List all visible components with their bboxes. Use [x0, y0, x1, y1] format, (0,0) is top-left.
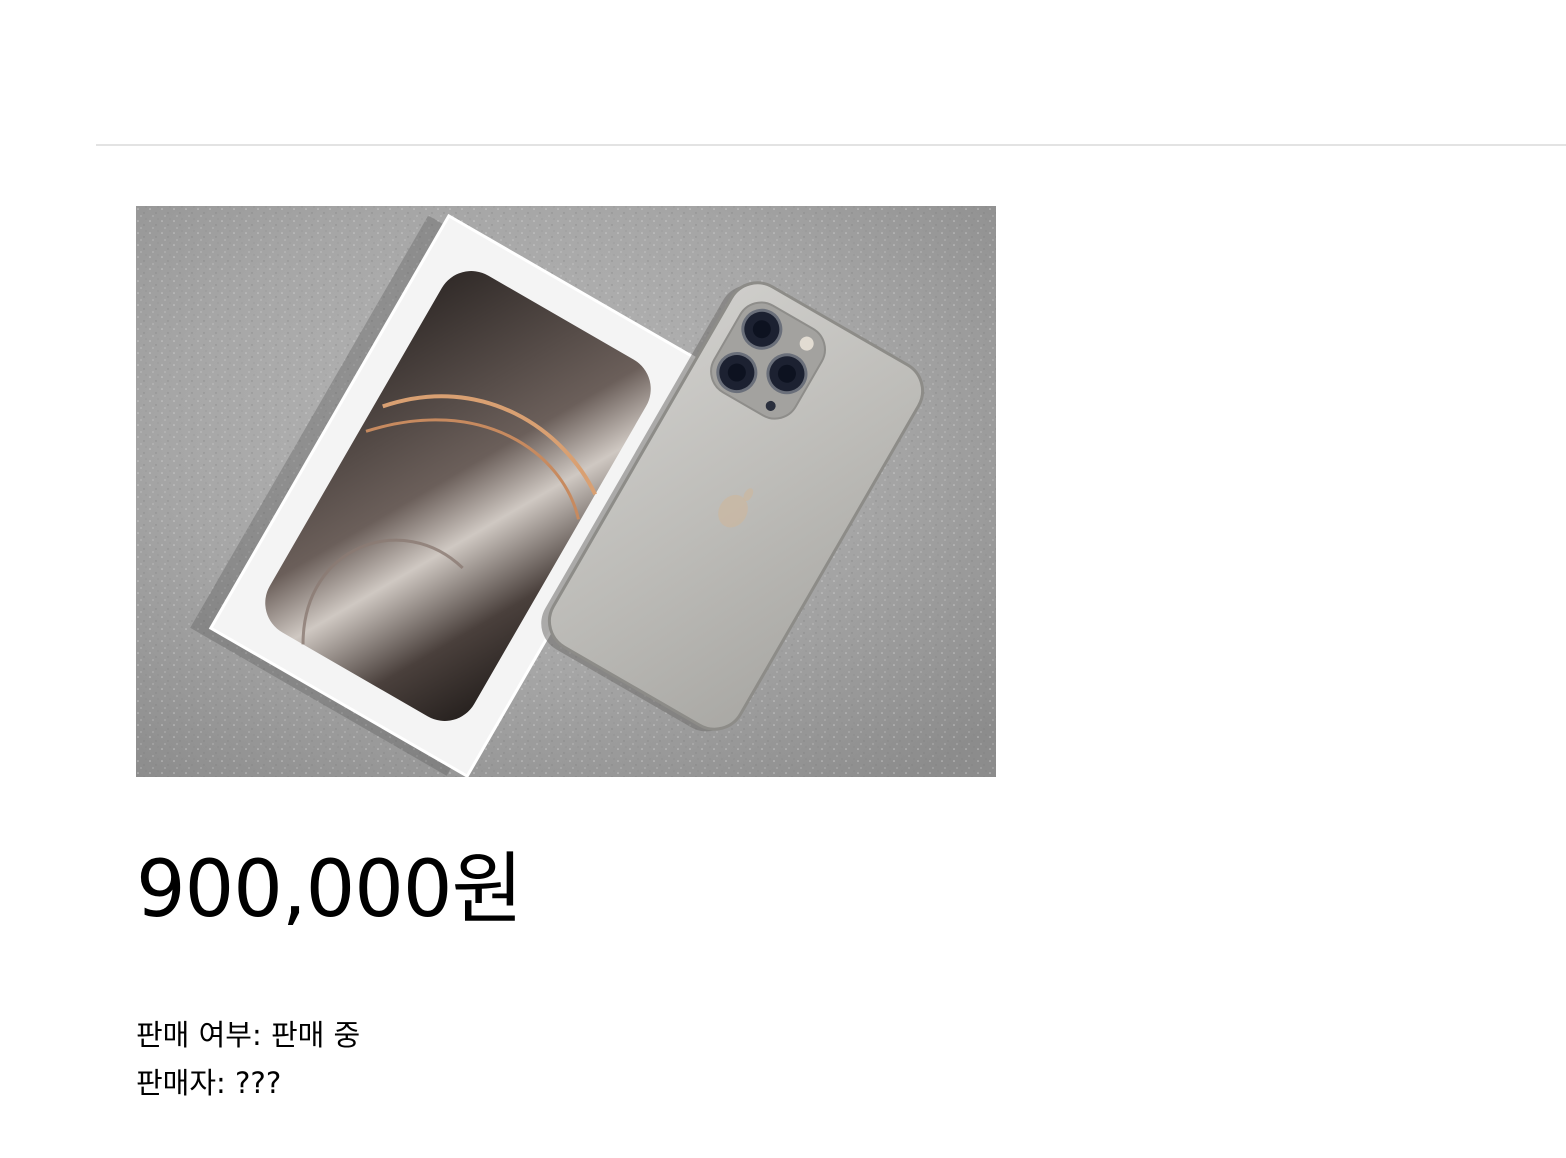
sale-status-label: 판매 여부:: [136, 1018, 271, 1052]
product-detail-page: 900,000원 판매 여부: 판매 중 판매자: ???: [0, 0, 1566, 1158]
product-image: [136, 206, 996, 777]
seller-label: 판매자:: [136, 1066, 236, 1100]
product-info: 판매 여부: 판매 중 판매자: ???: [136, 1011, 360, 1107]
header-divider: [96, 144, 1566, 146]
page-header: [0, 0, 1566, 144]
sale-status-row: 판매 여부: 판매 중: [136, 1011, 360, 1059]
sale-status-value: 판매 중: [270, 1018, 361, 1052]
product-price: 900,000원: [136, 845, 523, 935]
seller-row: 판매자: ???: [136, 1059, 360, 1107]
seller-value: ???: [235, 1066, 282, 1100]
